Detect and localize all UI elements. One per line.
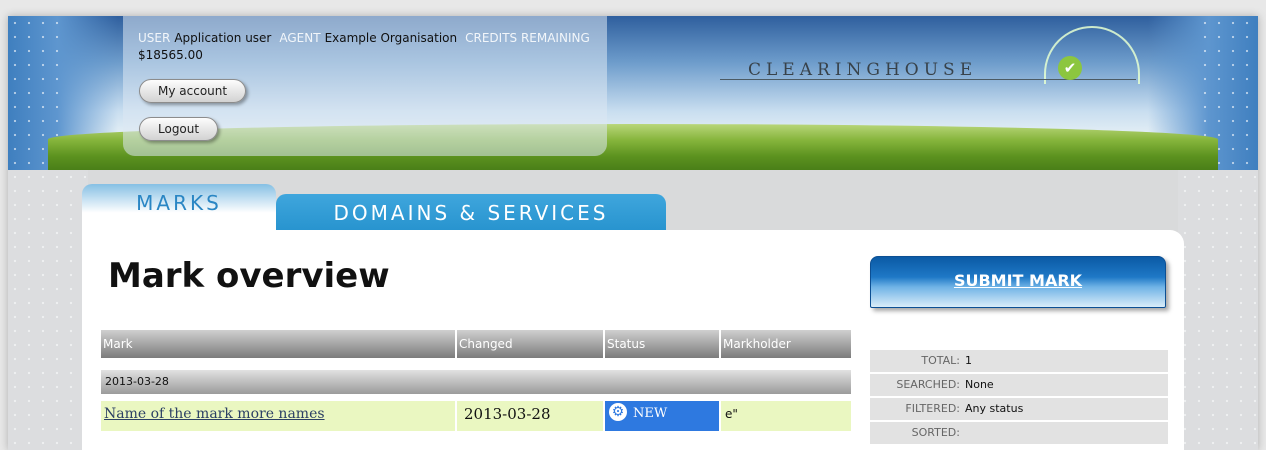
- status-cell: ⚙ NEW: [605, 401, 719, 431]
- page-frame: USER Application user AGENT Example Organis…: [8, 16, 1258, 450]
- stat-value: None: [965, 378, 994, 391]
- column-header-markholder[interactable]: Markholder: [721, 330, 851, 358]
- user-info-line: USER Application user AGENT Example Organis…: [138, 30, 598, 64]
- stat-searched: SEARCHED: None: [870, 374, 1168, 396]
- checkmark-icon: ✔: [1058, 56, 1082, 80]
- agent-value: Example Organisation: [324, 31, 458, 45]
- gear-icon: ⚙: [609, 403, 627, 421]
- stat-value: Any status: [965, 402, 1024, 415]
- tab-domains-services[interactable]: DOMAINS & SERVICES: [276, 194, 666, 230]
- header-banner: USER Application user AGENT Example Organis…: [8, 16, 1258, 170]
- stat-value: 1: [965, 354, 972, 367]
- submit-mark-button[interactable]: SUBMIT MARK: [870, 256, 1166, 308]
- user-info-panel: USER Application user AGENT Example Organis…: [123, 16, 607, 156]
- stat-filtered: FILTERED: Any status: [870, 398, 1168, 420]
- status-label: NEW: [633, 406, 668, 421]
- stat-label: SEARCHED:: [896, 378, 960, 391]
- column-header-status[interactable]: Status: [605, 330, 721, 358]
- stat-total: TOTAL: 1: [870, 350, 1168, 372]
- mark-cell: Name of the mark more names: [101, 401, 455, 431]
- tab-marks[interactable]: MARKS: [82, 184, 276, 232]
- credits-label: CREDITS REMAINING: [465, 31, 590, 45]
- date-group-header: 2013-03-28: [101, 370, 851, 394]
- stat-label: FILTERED:: [905, 402, 960, 415]
- logo-text: CLEARINGHOUSE: [748, 60, 978, 80]
- markholder-cell: e": [721, 401, 851, 431]
- table-header: Mark Changed Status Markholder: [101, 330, 851, 358]
- stat-label: TOTAL:: [921, 354, 960, 367]
- agent-label: AGENT: [279, 31, 321, 45]
- stat-label: SORTED:: [911, 426, 960, 439]
- my-account-button[interactable]: My account: [139, 79, 247, 103]
- table-row: Name of the mark more names 2013-03-28 ⚙…: [101, 401, 851, 431]
- logo-arc: [1044, 26, 1140, 84]
- mark-link[interactable]: Name of the mark more names: [104, 406, 325, 422]
- stat-sorted: SORTED:: [870, 422, 1168, 444]
- column-header-mark[interactable]: Mark: [101, 330, 457, 358]
- credits-value: $18565.00: [138, 48, 203, 62]
- user-value: Application user: [174, 31, 272, 45]
- logout-button[interactable]: Logout: [139, 117, 219, 141]
- user-label: USER: [138, 31, 171, 45]
- changed-cell: 2013-03-28: [457, 401, 603, 431]
- page-title: Mark overview: [108, 256, 390, 296]
- column-header-changed[interactable]: Changed: [457, 330, 605, 358]
